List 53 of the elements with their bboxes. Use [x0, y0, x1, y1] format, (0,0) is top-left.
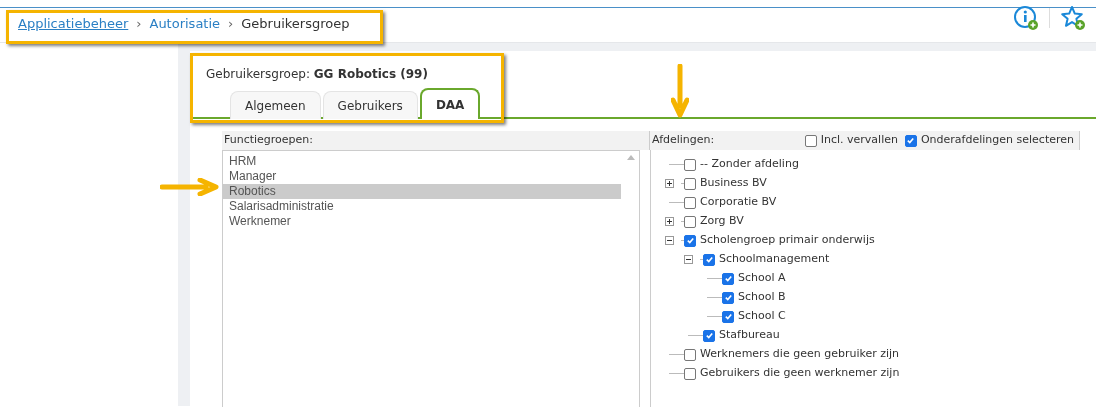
tree-label[interactable]: School A — [738, 270, 786, 287]
function-group-list[interactable]: HRM Manager Robotics Salarisadministratie Werknemer — [222, 150, 640, 407]
tree-label[interactable]: Zorg BV — [700, 213, 744, 230]
checkbox[interactable] — [684, 234, 696, 247]
pointer-arrow — [160, 178, 220, 196]
tree-label[interactable]: Stafbureau — [719, 327, 780, 344]
tree-label[interactable]: School C — [738, 308, 786, 325]
list-item[interactable]: Manager — [223, 169, 621, 184]
list-item[interactable]: Werknemer — [223, 214, 621, 229]
checkbox[interactable] — [684, 177, 696, 190]
checkbox[interactable] — [904, 134, 917, 147]
tab[interactable]: Gebruikers — [322, 91, 418, 119]
add-info-icon[interactable] — [1013, 5, 1039, 31]
checkbox[interactable] — [722, 272, 734, 285]
breadcrumb-link[interactable]: Autorisatie — [149, 14, 221, 34]
tree-label[interactable]: -- Zonder afdeling — [700, 156, 799, 173]
checkbox-label[interactable]: Onderafdelingen selecteren — [920, 132, 1074, 149]
breadcrumb-link[interactable]: Applicatiebeheer — [18, 14, 129, 34]
checkbox[interactable] — [722, 291, 734, 304]
breadcrumb-separator: › — [228, 15, 234, 34]
list-item[interactable]: HRM — [223, 154, 621, 169]
checkbox[interactable] — [684, 215, 696, 228]
tree-label[interactable]: Scholengroep primair onderwijs — [700, 232, 875, 249]
pointer-arrow — [671, 64, 689, 118]
checkbox[interactable] — [684, 196, 696, 209]
checkbox[interactable] — [722, 310, 734, 323]
tree-label[interactable]: Gebruikers die geen werknemer zijn — [700, 365, 900, 382]
checkbox[interactable] — [703, 253, 715, 266]
tree-label[interactable]: Werknemers die geen gebruiker zijn — [700, 346, 900, 363]
list-item[interactable]: Salarisadministratie — [223, 199, 621, 214]
add-favorite-icon[interactable] — [1060, 5, 1086, 31]
column-header: Functiegroepen: — [222, 131, 650, 150]
checkbox[interactable] — [804, 134, 817, 147]
collapse-icon[interactable] — [684, 255, 693, 264]
tree-label[interactable]: Corporatie BV — [700, 194, 777, 211]
breadcrumb-separator: › — [136, 15, 142, 34]
tab[interactable]: Algemeen — [230, 91, 321, 119]
expand-icon[interactable] — [665, 217, 674, 226]
checkbox[interactable] — [684, 158, 696, 171]
expand-icon[interactable] — [665, 179, 674, 188]
tab[interactable]: DAA — [419, 88, 481, 119]
group-title: Gebruikersgroep: GG Robotics (99) — [205, 66, 429, 83]
tree-label[interactable]: Schoolmanagement — [719, 251, 830, 268]
tree-label[interactable]: Business BV — [700, 175, 767, 192]
checkbox[interactable] — [703, 329, 715, 342]
breadcrumb-current: Gebruikersgroep — [241, 15, 350, 34]
tree-label[interactable]: School B — [738, 289, 786, 306]
checkbox-label[interactable]: Incl. vervallen — [820, 132, 898, 149]
checkbox[interactable] — [684, 348, 696, 361]
collapse-icon[interactable] — [665, 236, 674, 245]
checkbox[interactable] — [684, 367, 696, 380]
column-header: Afdelingen: — [652, 132, 715, 149]
list-item[interactable]: Robotics — [223, 184, 621, 199]
